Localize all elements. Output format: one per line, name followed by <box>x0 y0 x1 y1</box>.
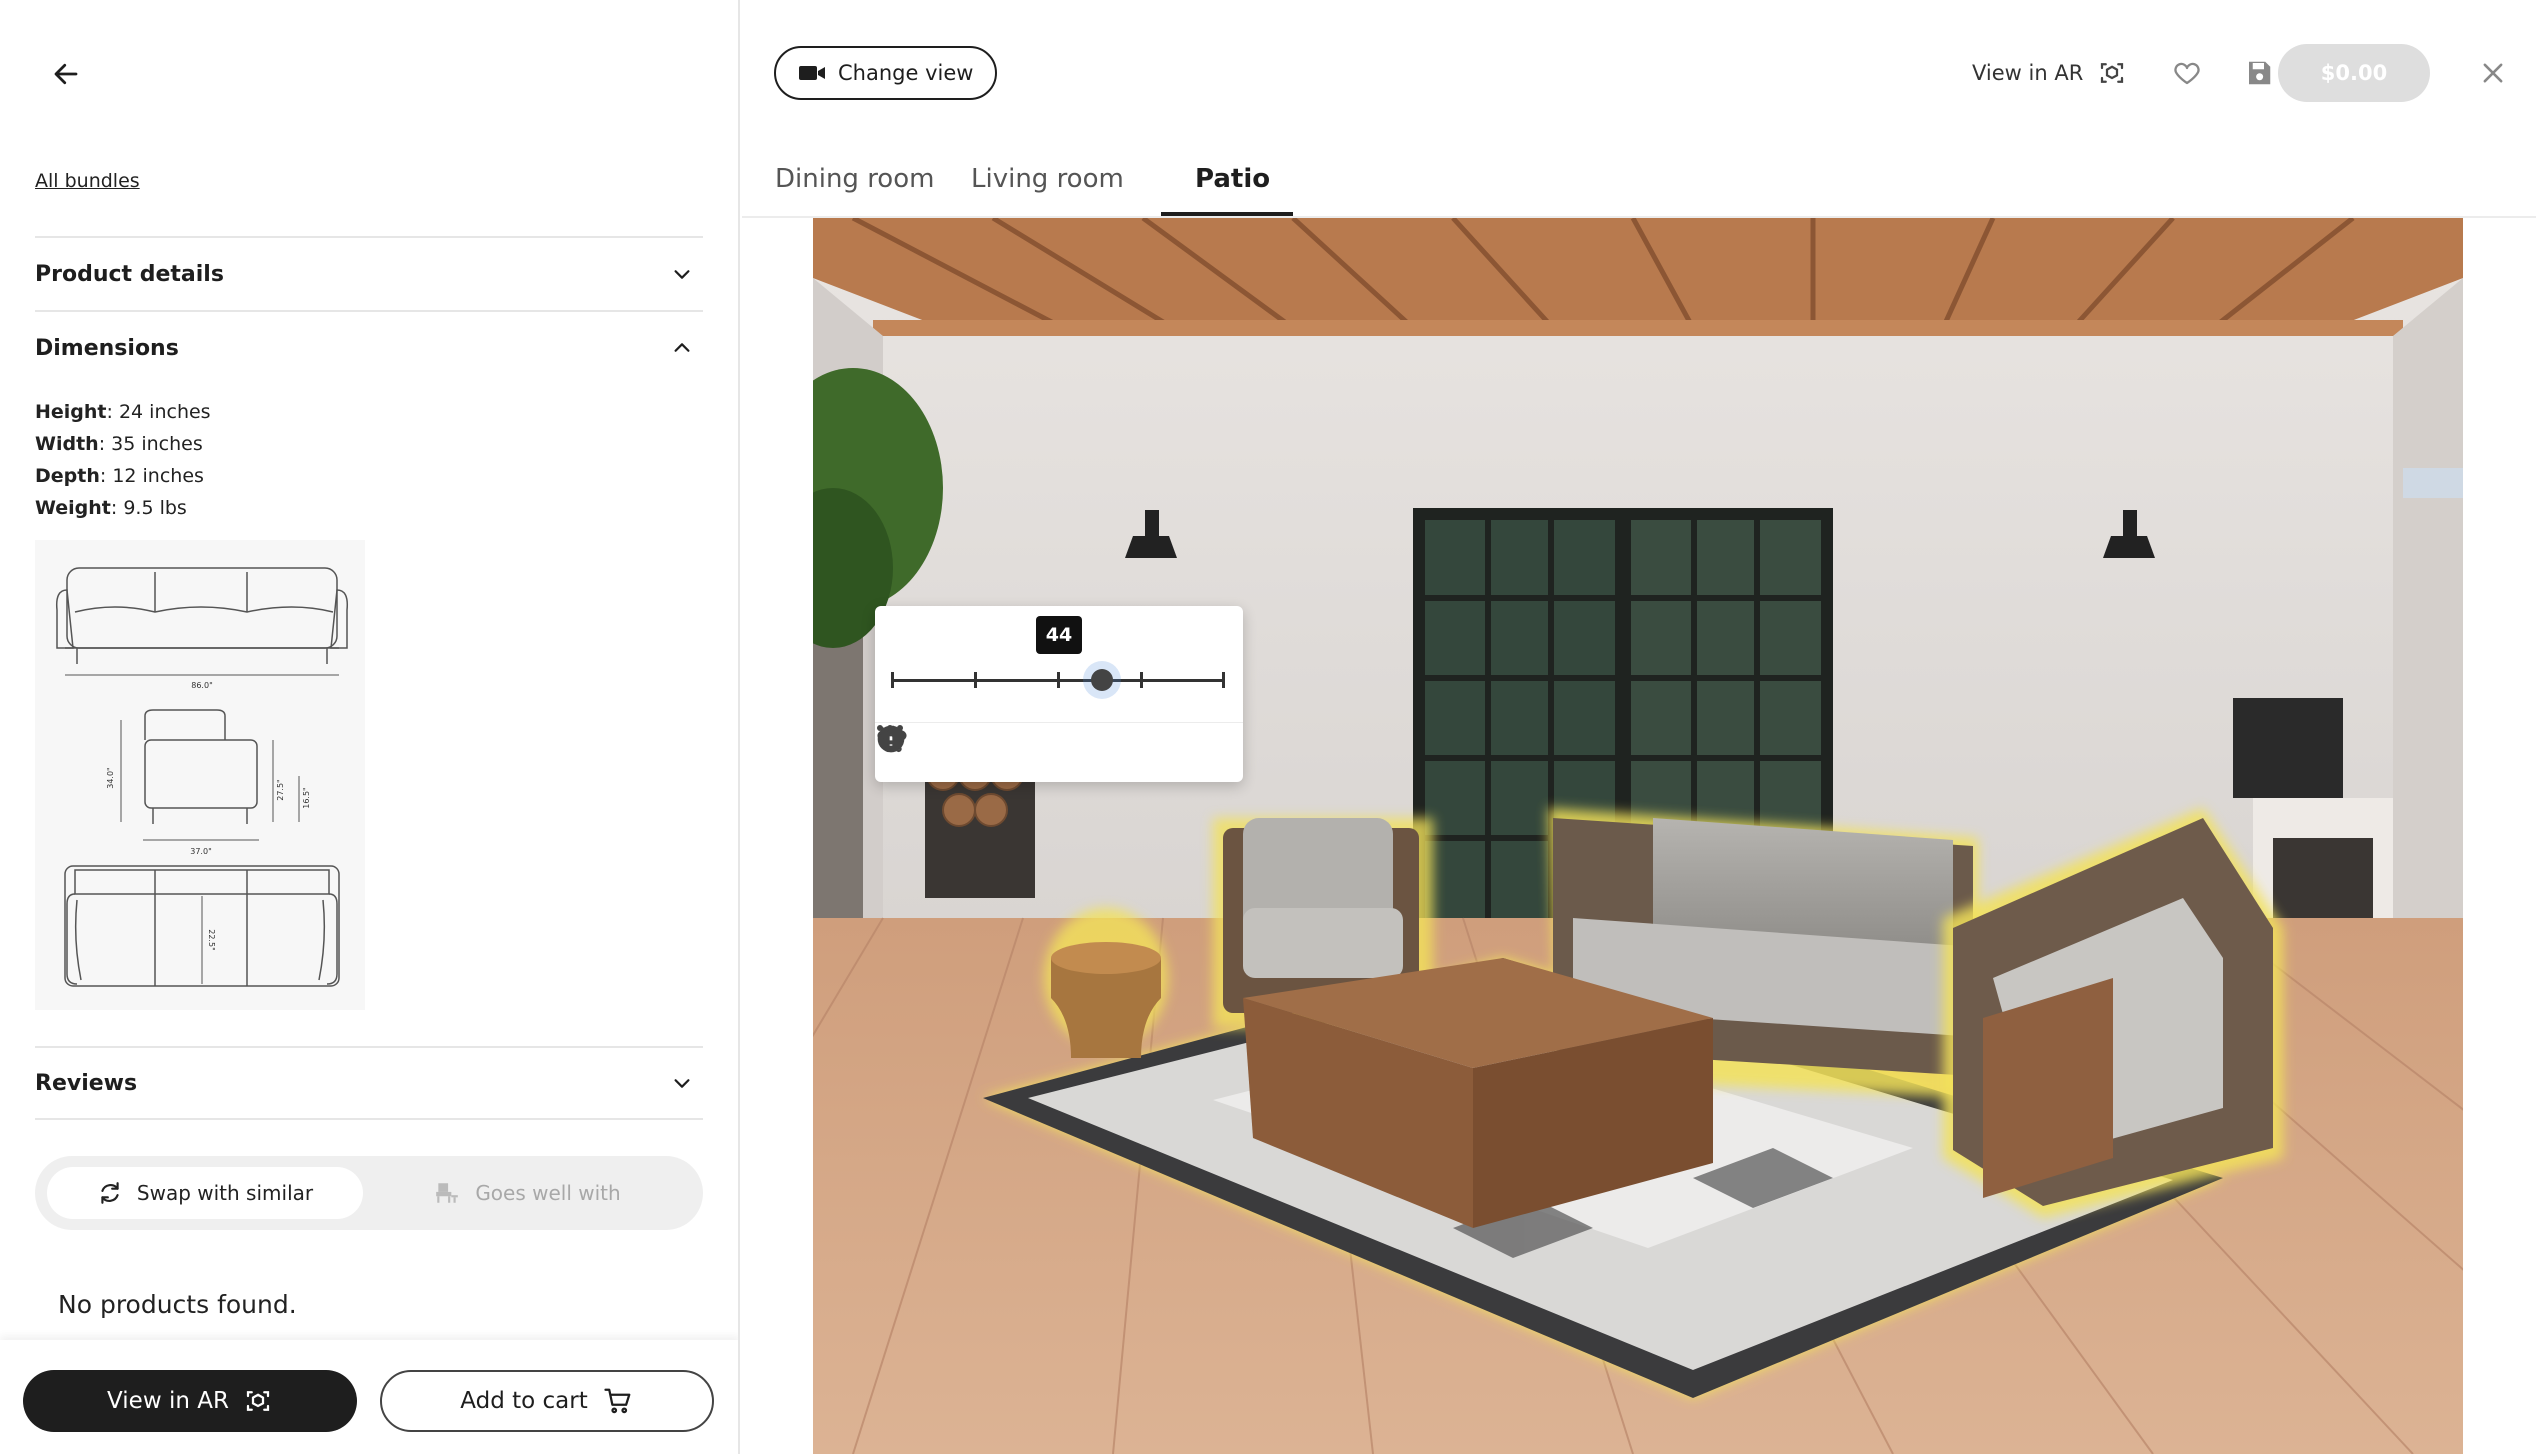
save-icon <box>2249 61 2271 85</box>
add-to-cart-button[interactable]: Add to cart <box>380 1370 714 1432</box>
slider-tick <box>1140 672 1143 688</box>
slider-tick <box>891 672 894 688</box>
chevron-down-icon <box>667 259 697 289</box>
save-button[interactable] <box>2238 52 2280 94</box>
close-button[interactable] <box>2472 52 2514 94</box>
section-label: Product details <box>35 261 224 287</box>
slider-tick <box>974 672 977 688</box>
tab-living-room[interactable]: Living room <box>971 164 1124 194</box>
dimension-width: Width: 35 inches <box>35 433 203 455</box>
tab-dining-room[interactable]: Dining room <box>775 164 934 194</box>
heart-icon <box>2174 62 2200 85</box>
add-to-cart-label: Add to cart <box>460 1388 588 1414</box>
view-in-ar-top-label: View in AR <box>1972 61 2084 85</box>
section-reviews[interactable]: Reviews <box>35 1046 703 1120</box>
empty-state-message: No products found. <box>58 1290 297 1319</box>
swap-item-button[interactable] <box>880 726 1152 776</box>
section-label: Reviews <box>35 1070 138 1096</box>
more-icon <box>877 725 903 731</box>
goes-label: Goes well with <box>475 1181 621 1205</box>
patio-scene <box>813 218 2463 1454</box>
dimension-depth: Depth: 12 inches <box>35 465 204 487</box>
item-control-panel: 44 <box>875 606 1243 782</box>
cart-icon <box>604 1388 631 1414</box>
all-bundles-link[interactable]: All bundles <box>35 170 140 192</box>
section-dimensions[interactable]: Dimensions <box>35 310 703 384</box>
refresh-icon <box>101 1182 119 1204</box>
ar-icon <box>246 1391 270 1411</box>
back-button[interactable] <box>44 52 88 96</box>
change-view-button[interactable]: Change view <box>774 46 998 100</box>
swap-label: Swap with similar <box>136 1181 314 1205</box>
dimension-diagram: 86.0" 34.0" 27.5" 16.5" 37.0" 22.5" <box>35 540 365 1010</box>
dimensions-list: Height: 24 inches Width: 35 inches Depth… <box>35 396 211 524</box>
room-tabs: Dining room Living room Patio <box>742 150 2536 218</box>
recommendation-toggle: Swap with similar Goes well with <box>35 1156 703 1230</box>
arrow-left-icon <box>54 63 78 85</box>
diagram-label-front-width: 86.0" <box>191 681 213 690</box>
view-in-ar-top-button[interactable]: View in AR <box>1972 52 2127 94</box>
more-options-button[interactable] <box>877 725 1221 776</box>
room-3d-viewport[interactable]: 44 <box>813 218 2463 1454</box>
dimension-height: Height: 24 inches <box>35 401 211 423</box>
diagram-label-side-depth: 37.0" <box>190 847 212 856</box>
dimension-weight: Weight: 9.5 lbs <box>35 497 187 519</box>
item-tools <box>875 722 1243 782</box>
chevron-down-icon <box>667 1068 697 1098</box>
slider-tick <box>1222 672 1225 688</box>
diagram-label-top-depth: 22.5" <box>207 929 216 951</box>
furniture-icon <box>436 1183 459 1203</box>
active-tab-indicator <box>1161 212 1293 216</box>
section-label: Dimensions <box>35 335 179 361</box>
diagram-label-side-seat-a: 27.5" <box>276 779 285 801</box>
product-panel: All bundles Product details Dimensions H… <box>0 0 740 1454</box>
section-product-details[interactable]: Product details <box>35 236 703 310</box>
change-view-label: Change view <box>838 61 974 85</box>
add-item-to-cart-button[interactable] <box>877 725 1082 776</box>
tab-patio[interactable]: Patio <box>1195 164 1270 194</box>
ar-icon <box>2101 63 2124 83</box>
diagram-label-side-height: 34.0" <box>106 767 115 789</box>
video-camera-icon <box>799 66 825 80</box>
chevron-up-icon <box>667 333 697 363</box>
rotate-button[interactable] <box>877 728 1012 776</box>
diagram-label-side-seat-b: 16.5" <box>302 787 311 809</box>
goes-well-with-button[interactable]: Goes well with <box>363 1167 691 1219</box>
bottom-action-bar: View in AR Add to cart <box>0 1340 738 1454</box>
viewer-top-bar: Change view View in AR $0.00 <box>742 0 2536 140</box>
close-icon <box>2483 63 2503 83</box>
slider-value-tooltip: 44 <box>1036 616 1082 654</box>
swap-with-similar-button[interactable]: Swap with similar <box>47 1167 364 1219</box>
view-in-ar-label: View in AR <box>107 1388 229 1414</box>
slider-tick <box>1057 672 1060 688</box>
rotation-slider-thumb[interactable] <box>1091 669 1113 691</box>
view-in-ar-button[interactable]: View in AR <box>23 1370 357 1432</box>
favorite-button[interactable] <box>2166 52 2208 94</box>
total-price-button: $0.00 <box>2278 44 2430 102</box>
